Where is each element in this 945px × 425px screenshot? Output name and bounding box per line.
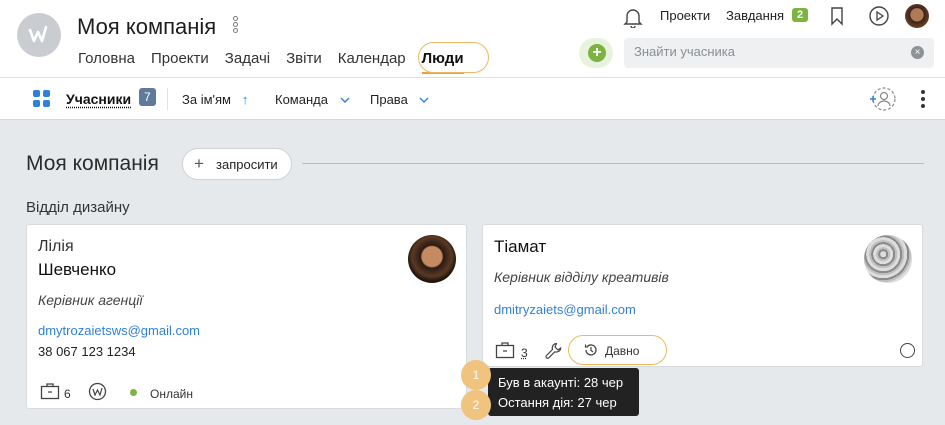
app-logo[interactable] bbox=[17, 13, 61, 57]
toolbar-divider bbox=[167, 88, 168, 110]
nav-reports[interactable]: Звіти bbox=[286, 50, 322, 67]
team-filter[interactable]: Команда bbox=[275, 92, 350, 107]
tooltip-last-action: Остання дія: 27 чер bbox=[498, 395, 617, 410]
clear-search-icon[interactable]: × bbox=[911, 46, 924, 59]
top-tasks-link[interactable]: Завдання bbox=[726, 8, 784, 23]
invite-button[interactable]: + запросити bbox=[182, 148, 292, 180]
member-name: Тіамат bbox=[494, 237, 547, 256]
wrike-logo-icon bbox=[88, 382, 107, 401]
section-divider bbox=[302, 163, 924, 164]
people-toolbar: Учасники 7 За ім'ям ↑ Команда Права bbox=[0, 78, 945, 120]
wrench-icon[interactable] bbox=[544, 341, 564, 361]
member-status: Онлайн bbox=[150, 387, 193, 401]
member-last-name: Шевченко bbox=[38, 260, 117, 279]
team-filter-label: Команда bbox=[275, 92, 328, 107]
status-toggle-circle[interactable] bbox=[900, 343, 915, 358]
projects-count[interactable]: 6 bbox=[64, 387, 71, 401]
member-first-name: Лілія bbox=[38, 238, 74, 255]
briefcase-icon bbox=[40, 383, 60, 400]
nav-home[interactable]: Головна bbox=[78, 50, 135, 67]
projects-count[interactable]: 3 bbox=[521, 346, 528, 360]
invite-label: запросити bbox=[216, 157, 278, 172]
tasks-count-badge: 2 bbox=[792, 8, 809, 22]
briefcase-icon bbox=[495, 342, 515, 359]
activity-tooltip: Був в акаунті: 28 чер Остання дія: 27 че… bbox=[488, 368, 639, 416]
chevron-down-icon bbox=[419, 97, 429, 103]
search-input[interactable] bbox=[634, 44, 904, 59]
more-options-icon[interactable] bbox=[921, 90, 925, 111]
play-icon[interactable] bbox=[868, 5, 890, 27]
member-role: Керівник агенції bbox=[38, 292, 143, 308]
grid-view-icon[interactable] bbox=[33, 90, 51, 108]
sort-by-name[interactable]: За ім'ям ↑ bbox=[182, 92, 248, 107]
bookmark-icon[interactable] bbox=[829, 6, 845, 26]
member-avatar[interactable] bbox=[408, 235, 456, 283]
top-projects-link[interactable]: Проекти bbox=[660, 8, 710, 23]
member-avatar[interactable] bbox=[864, 235, 912, 283]
last-activity-status[interactable]: Давно bbox=[605, 344, 639, 358]
member-search: × bbox=[624, 38, 934, 68]
step-marker-2: 2 bbox=[461, 390, 491, 420]
plus-icon: + bbox=[588, 44, 606, 62]
nav-tasks[interactable]: Задачі bbox=[225, 50, 270, 67]
member-phone: 38 067 123 1234 bbox=[38, 344, 136, 359]
company-menu-icon[interactable] bbox=[231, 16, 239, 36]
plus-icon: + bbox=[194, 154, 204, 173]
members-tab[interactable]: Учасники bbox=[66, 91, 131, 107]
notifications-bell-icon[interactable] bbox=[622, 6, 644, 28]
history-clock-icon bbox=[584, 344, 597, 356]
tooltip-last-login: Був в акаунті: 28 чер bbox=[498, 375, 624, 390]
section-title: Моя компанія bbox=[26, 152, 159, 175]
logo-icon bbox=[28, 25, 48, 43]
chevron-down-icon bbox=[340, 97, 350, 103]
add-button[interactable]: + bbox=[579, 38, 613, 68]
sort-arrow-up-icon: ↑ bbox=[234, 92, 249, 107]
sort-label: За ім'ям bbox=[182, 92, 231, 107]
nav-projects[interactable]: Проекти bbox=[151, 50, 209, 67]
members-count-badge: 7 bbox=[139, 88, 156, 106]
nav-calendar[interactable]: Календар bbox=[338, 50, 406, 67]
member-email[interactable]: dmitryzaiets@gmail.com bbox=[494, 302, 636, 317]
highlight-people-ring bbox=[418, 42, 489, 73]
member-role: Керівник відділу креативів bbox=[494, 269, 669, 285]
rights-filter-label: Права bbox=[370, 92, 408, 107]
department-title: Відділ дизайну bbox=[26, 199, 130, 216]
app-header: Моя компанія Головна Проекти Задачі Звіт… bbox=[0, 0, 945, 78]
step-marker-1: 1 bbox=[461, 360, 491, 390]
add-member-icon[interactable] bbox=[868, 86, 896, 112]
rights-filter[interactable]: Права bbox=[370, 92, 429, 107]
member-email[interactable]: dmytrozaietsws@gmail.com bbox=[38, 323, 200, 338]
user-avatar[interactable] bbox=[905, 4, 929, 28]
online-status-dot bbox=[130, 389, 137, 396]
company-title: Моя компанія bbox=[77, 14, 217, 39]
member-card[interactable]: Тіамат Керівник відділу креативів dmitry… bbox=[482, 224, 923, 367]
member-card[interactable]: Лілія Шевченко Керівник агенції dmytroza… bbox=[26, 224, 467, 409]
